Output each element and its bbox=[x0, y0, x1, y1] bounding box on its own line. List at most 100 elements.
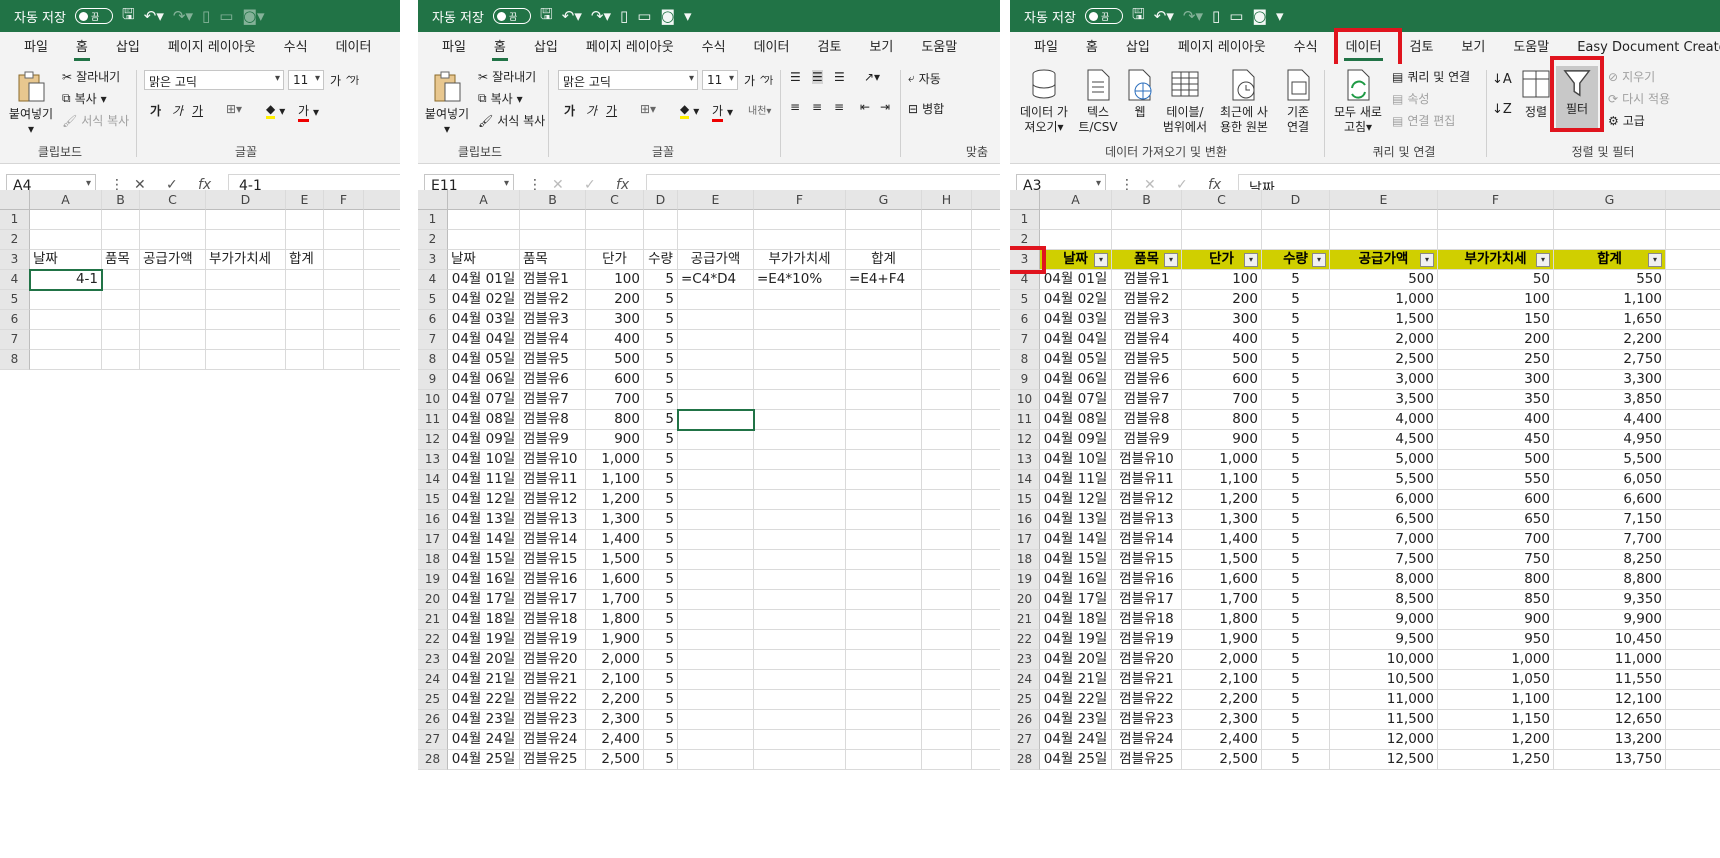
cell-C5[interactable]: 200 bbox=[586, 290, 644, 310]
cell-D11[interactable]: 5 bbox=[644, 410, 678, 430]
cell-C7[interactable] bbox=[140, 330, 206, 350]
tab-0[interactable]: 파일 bbox=[10, 32, 62, 64]
cell-A11[interactable]: 04월 08일 bbox=[1040, 410, 1112, 430]
reapply-button[interactable]: ⟳ 다시 적용 bbox=[1608, 90, 1670, 107]
sort-button[interactable]: 정렬 bbox=[1518, 68, 1554, 120]
cell-E13[interactable]: 5,000 bbox=[1330, 450, 1438, 470]
cell-B8[interactable]: 껌블유5 bbox=[1112, 350, 1182, 370]
filter-dropdown-icon[interactable]: ▾ bbox=[1164, 253, 1178, 267]
cell-G28[interactable] bbox=[846, 750, 922, 770]
cell-C15[interactable]: 1,200 bbox=[1182, 490, 1262, 510]
cell-F12[interactable] bbox=[754, 430, 846, 450]
row-header-5[interactable]: 5 bbox=[418, 290, 448, 310]
copy-button[interactable]: ⧉ 복사 ▾ bbox=[62, 90, 107, 107]
row-header-3[interactable]: 3 bbox=[418, 250, 448, 270]
cell-B5[interactable]: 껌블유2 bbox=[1112, 290, 1182, 310]
advanced-filter-button[interactable]: ⚙ 고급 bbox=[1608, 112, 1645, 129]
cell-A22[interactable]: 04월 19일 bbox=[1040, 630, 1112, 650]
cell-E5[interactable]: 1,000 bbox=[1330, 290, 1438, 310]
cell-A4[interactable]: 04월 01일 bbox=[1040, 270, 1112, 290]
font-color-button[interactable]: 가 ▾ bbox=[298, 102, 319, 122]
cell-D9[interactable]: 5 bbox=[1262, 370, 1330, 390]
cell-D17[interactable]: 5 bbox=[644, 530, 678, 550]
cell-A10[interactable]: 04월 07일 bbox=[1040, 390, 1112, 410]
refresh-all-button[interactable]: 모두 새로 고침▾ bbox=[1328, 68, 1388, 135]
cell-E6[interactable] bbox=[286, 310, 324, 330]
cell-D6[interactable]: 5 bbox=[1262, 310, 1330, 330]
cell-G27[interactable]: 13,200 bbox=[1554, 730, 1666, 750]
cell-F10[interactable]: 350 bbox=[1438, 390, 1554, 410]
cell-E10[interactable]: 3,500 bbox=[1330, 390, 1438, 410]
cell-E8[interactable]: 2,500 bbox=[1330, 350, 1438, 370]
cell-C3[interactable]: 단가 ▾ bbox=[1182, 250, 1262, 270]
cell-G11[interactable]: 4,400 bbox=[1554, 410, 1666, 430]
cell-F14[interactable] bbox=[754, 470, 846, 490]
cell-D8[interactable]: 5 bbox=[644, 350, 678, 370]
cell-F12[interactable]: 450 bbox=[1438, 430, 1554, 450]
cell-H26[interactable] bbox=[922, 710, 972, 730]
merge-button[interactable]: ⊟ 병합 bbox=[908, 100, 944, 117]
cell-F19[interactable]: 800 bbox=[1438, 570, 1554, 590]
cell-F16[interactable] bbox=[754, 510, 846, 530]
row-header-4[interactable]: 4 bbox=[418, 270, 448, 290]
cell-H11[interactable] bbox=[922, 410, 972, 430]
cell-B16[interactable]: 껌블유13 bbox=[1112, 510, 1182, 530]
cell-E4[interactable]: =C4*D4 bbox=[678, 270, 754, 290]
tab-0[interactable]: 파일 bbox=[1020, 32, 1072, 64]
cell-B9[interactable]: 껌블유6 bbox=[520, 370, 586, 390]
cell-E17[interactable] bbox=[678, 530, 754, 550]
cell-H28[interactable] bbox=[922, 750, 972, 770]
cell-G22[interactable]: 10,450 bbox=[1554, 630, 1666, 650]
font-name-select[interactable]: 맑은 고딕 bbox=[558, 70, 698, 90]
cell-D14[interactable]: 5 bbox=[1262, 470, 1330, 490]
cell-B10[interactable]: 껌블유7 bbox=[1112, 390, 1182, 410]
cell-F18[interactable]: 750 bbox=[1438, 550, 1554, 570]
cell-D1[interactable] bbox=[1262, 210, 1330, 230]
cell-D22[interactable]: 5 bbox=[1262, 630, 1330, 650]
row-header-6[interactable]: 6 bbox=[1010, 310, 1040, 330]
cell-C19[interactable]: 1,600 bbox=[1182, 570, 1262, 590]
cell-A7[interactable] bbox=[30, 330, 102, 350]
tab-1[interactable]: 홈 bbox=[1072, 32, 1112, 64]
cell-D19[interactable]: 5 bbox=[644, 570, 678, 590]
print-icon[interactable]: ▯ bbox=[1212, 7, 1220, 25]
cell-B1[interactable] bbox=[1112, 210, 1182, 230]
cell-E9[interactable] bbox=[678, 370, 754, 390]
cell-C28[interactable]: 2,500 bbox=[586, 750, 644, 770]
cell-F6[interactable] bbox=[754, 310, 846, 330]
row-header-14[interactable]: 14 bbox=[418, 470, 448, 490]
cell-F17[interactable]: 700 bbox=[1438, 530, 1554, 550]
align-left-icon[interactable]: ≡ bbox=[790, 100, 800, 114]
cell-C2[interactable] bbox=[140, 230, 206, 250]
cell-E23[interactable]: 10,000 bbox=[1330, 650, 1438, 670]
cell-B9[interactable]: 껌블유6 bbox=[1112, 370, 1182, 390]
cell-G25[interactable]: 12,100 bbox=[1554, 690, 1666, 710]
cell-G9[interactable] bbox=[846, 370, 922, 390]
cell-D4[interactable] bbox=[206, 270, 286, 290]
cell-C8[interactable]: 500 bbox=[586, 350, 644, 370]
column-header-F[interactable]: F bbox=[1438, 190, 1554, 210]
undo-icon[interactable]: ↶▾ bbox=[562, 7, 582, 25]
cell-D23[interactable]: 5 bbox=[1262, 650, 1330, 670]
row-header-9[interactable]: 9 bbox=[418, 370, 448, 390]
cell-G24[interactable] bbox=[846, 670, 922, 690]
undo-icon[interactable]: ↶▾ bbox=[144, 7, 164, 25]
cell-G5[interactable] bbox=[846, 290, 922, 310]
cell-F9[interactable] bbox=[754, 370, 846, 390]
cell-G7[interactable]: 2,200 bbox=[1554, 330, 1666, 350]
tab-8[interactable]: 도움말 bbox=[907, 32, 971, 64]
cell-C26[interactable]: 2,300 bbox=[1182, 710, 1262, 730]
cell-C6[interactable]: 300 bbox=[1182, 310, 1262, 330]
cell-D12[interactable]: 5 bbox=[644, 430, 678, 450]
cell-B14[interactable]: 껌블유11 bbox=[520, 470, 586, 490]
format-painter-button[interactable]: 🖌 서식 복사 bbox=[62, 112, 129, 129]
cell-C4[interactable]: 100 bbox=[1182, 270, 1262, 290]
cell-F28[interactable] bbox=[754, 750, 846, 770]
cell-C5[interactable] bbox=[140, 290, 206, 310]
cell-F2[interactable] bbox=[754, 230, 846, 250]
bold-button[interactable]: 가 bbox=[564, 102, 575, 119]
cell-C14[interactable]: 1,100 bbox=[1182, 470, 1262, 490]
cell-D11[interactable]: 5 bbox=[1262, 410, 1330, 430]
row-header-28[interactable]: 28 bbox=[418, 750, 448, 770]
fill-color-icon[interactable]: ◆ ▾ bbox=[266, 102, 285, 119]
